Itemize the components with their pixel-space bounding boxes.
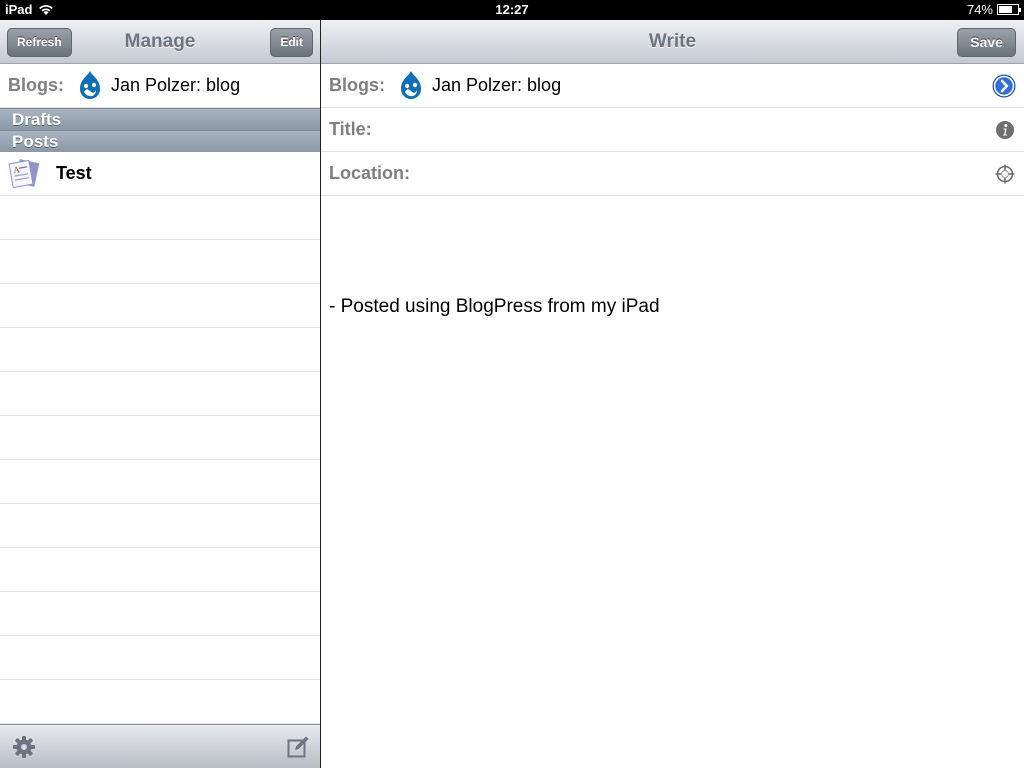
status-right: 74% — [966, 2, 1021, 17]
post-body-editor[interactable]: - Posted using BlogPress from my iPad — [329, 296, 660, 318]
title-label: Title: — [329, 119, 372, 139]
blogs-label: Blogs: — [8, 75, 64, 95]
refresh-button[interactable]: Refresh — [7, 28, 72, 57]
empty-row — [0, 504, 320, 548]
drafts-section-header[interactable]: Drafts — [0, 108, 320, 130]
manage-navbar: Manage Refresh Edit — [0, 20, 320, 64]
clock: 12:27 — [495, 2, 529, 17]
drupal-icon — [401, 70, 421, 99]
battery-fill — [999, 6, 1013, 13]
post-title: Test — [56, 163, 92, 183]
title-field[interactable]: Title: — [321, 108, 1024, 152]
battery-icon — [997, 4, 1021, 15]
empty-row — [0, 460, 320, 504]
posts-section-header[interactable]: Posts — [0, 130, 320, 152]
crosshair-icon[interactable] — [994, 163, 1016, 185]
save-button[interactable]: Save — [957, 28, 1016, 57]
write-blog-selector[interactable]: Blogs: Jan Polzer: blog — [321, 64, 1024, 108]
document-icon: A — [8, 158, 40, 188]
detail-disclosure-icon[interactable] — [992, 74, 1016, 98]
edit-button[interactable]: Edit — [270, 28, 313, 57]
drupal-icon — [80, 70, 100, 99]
empty-row — [0, 416, 320, 460]
blogs-label: Blogs: — [329, 75, 385, 95]
empty-row — [0, 284, 320, 328]
gear-icon[interactable] — [12, 735, 36, 759]
empty-row — [0, 372, 320, 416]
compose-icon[interactable] — [286, 735, 310, 759]
write-navbar: Write Save — [321, 20, 1024, 64]
empty-row — [0, 592, 320, 636]
write-pane: Write Save Blogs: Jan Polzer: blog Title… — [321, 20, 1024, 768]
empty-row — [0, 240, 320, 284]
empty-row — [0, 196, 320, 240]
empty-row — [0, 548, 320, 592]
location-field[interactable]: Location: — [321, 152, 1024, 196]
status-bar: iPad 12:27 74% — [0, 0, 1024, 20]
empty-row — [0, 328, 320, 372]
info-icon[interactable] — [994, 119, 1016, 141]
post-row[interactable]: A Test — [0, 152, 320, 196]
blog-name: Jan Polzer: blog — [111, 75, 241, 95]
manage-pane: Manage Refresh Edit Blogs: Jan Polzer: b… — [0, 20, 320, 768]
empty-row — [0, 680, 320, 724]
battery-percent: 74% — [966, 2, 993, 17]
write-title: Write — [648, 31, 697, 52]
empty-row — [0, 636, 320, 680]
manage-toolbar — [0, 724, 320, 768]
manage-blog-selector[interactable]: Blogs: Jan Polzer: blog — [0, 64, 320, 108]
blog-name: Jan Polzer: blog — [432, 75, 562, 95]
location-label: Location: — [329, 163, 410, 183]
